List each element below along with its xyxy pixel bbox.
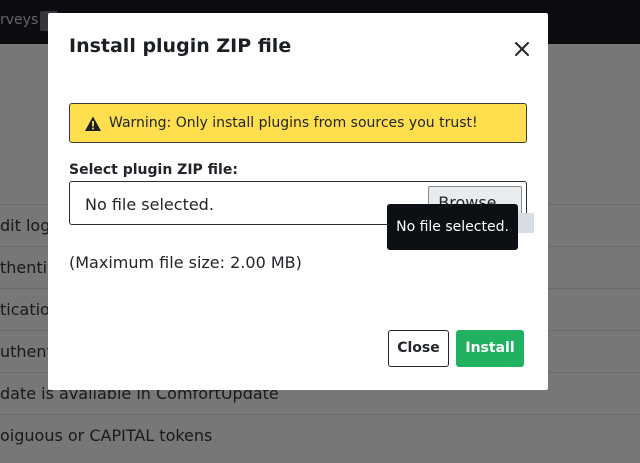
close-icon[interactable] bbox=[512, 39, 532, 59]
max-file-size-note: (Maximum file size: 2.00 MB) bbox=[69, 253, 302, 272]
file-status-text: No file selected. bbox=[85, 195, 214, 214]
file-input-tooltip: No file selected. bbox=[387, 204, 518, 250]
install-plugin-dialog: Install plugin ZIP file Warning: Only in… bbox=[48, 13, 548, 390]
tooltip-edge bbox=[518, 213, 534, 233]
warning-alert: Warning: Only install plugins from sourc… bbox=[69, 103, 527, 143]
warning-text: Warning: Only install plugins from sourc… bbox=[109, 115, 478, 131]
close-button[interactable]: Close bbox=[388, 330, 449, 367]
file-field-label: Select plugin ZIP file: bbox=[69, 162, 238, 178]
dialog-title: Install plugin ZIP file bbox=[69, 35, 292, 57]
warning-triangle-icon bbox=[84, 115, 102, 133]
install-button[interactable]: Install bbox=[456, 330, 524, 367]
